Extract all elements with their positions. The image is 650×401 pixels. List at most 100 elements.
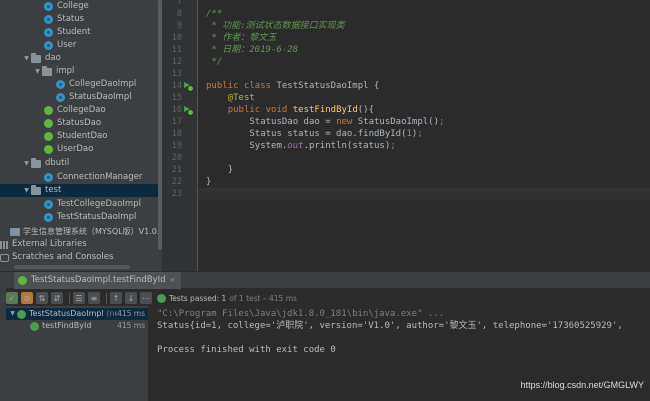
code-line: * 作者：黎文玉	[206, 32, 276, 44]
class-icon	[44, 213, 53, 222]
code-text: Status status = dao.findById(	[249, 129, 407, 139]
chevron-down-icon[interactable]: ▼	[22, 157, 31, 170]
tree-item-label: 学生信息管理系统（MYSQL版）V1.0.iml	[23, 227, 162, 236]
previous-failed-button[interactable]: ↑	[110, 292, 122, 304]
brace: {	[374, 81, 380, 91]
tree-item-connectionmanager[interactable]: ConnectionManager	[44, 171, 142, 184]
test-method-label: testFindById	[42, 321, 92, 330]
tree-folder-impl[interactable]: ▼ impl	[33, 65, 74, 78]
code-line: */	[206, 56, 222, 68]
tree-item-external-libraries[interactable]: External Libraries	[0, 238, 87, 251]
console-exit-line: Process finished with exit code 0	[157, 345, 336, 355]
chevron-down-icon[interactable]: ▼	[22, 52, 31, 65]
scratch-icon	[0, 253, 9, 262]
sort-alpha-button[interactable]: ⇅	[36, 292, 48, 304]
horizontal-scrollbar[interactable]	[14, 265, 130, 269]
line-number: 23	[171, 189, 182, 199]
keyword-public: public	[227, 105, 261, 115]
tree-item-collegedao[interactable]: CollegeDao	[44, 104, 106, 117]
tree-item-college[interactable]: College	[44, 0, 89, 13]
tree-item-label: StatusDao	[57, 118, 102, 128]
tree-item-label: CollegeDaoImpl	[69, 79, 137, 89]
tree-item-label: UserDao	[57, 144, 94, 154]
current-line[interactable]	[198, 188, 650, 200]
folder-icon	[42, 65, 52, 76]
semicolon: ;	[417, 129, 423, 139]
code-editor[interactable]: 7 8 9 10 11 12 13 14 15 16 17 18 19 20 2…	[162, 0, 650, 271]
annotation: @Test	[227, 93, 255, 103]
editor-gutter: 7 8 9 10 11 12 13 14 15 16 17 18 19 20 2…	[162, 0, 198, 271]
test-package-label: (net.l	[106, 309, 118, 318]
close-icon[interactable]: ×	[170, 272, 176, 289]
interface-icon	[44, 145, 53, 154]
run-tab[interactable]: TestStatusDaoImpl.testFindById ×	[14, 272, 182, 289]
tree-item-label: StatusDaoImpl	[69, 92, 132, 102]
brace: }	[206, 177, 212, 187]
line-number: 13	[171, 69, 182, 79]
library-icon	[0, 240, 9, 249]
tree-item-statusdaoimpl[interactable]: StatusDaoImpl	[56, 91, 132, 104]
tree-item-scratches[interactable]: Scratches and Consoles	[0, 251, 113, 264]
line-number: 19	[171, 141, 182, 151]
test-result-row[interactable]: ▼ TestStatusDaoImpl (net.l415 ms	[6, 308, 148, 320]
comment-text: * 日期：	[206, 45, 250, 55]
tree-folder-dao[interactable]: ▼ dao	[22, 52, 61, 65]
code-line: /**	[206, 8, 222, 20]
tree-folder-test[interactable]: ▼ test	[0, 184, 162, 197]
keyword-void: void	[265, 105, 288, 115]
test-result-row[interactable]: testFindById 415 ms	[6, 320, 148, 332]
line-number: 9	[176, 21, 182, 31]
line-number: 18	[171, 129, 182, 139]
tree-item-statusdao[interactable]: StatusDao	[44, 117, 101, 130]
chevron-down-icon[interactable]: ▼	[8, 308, 17, 320]
tree-folder-dbutil[interactable]: ▼ dbutil	[22, 157, 69, 170]
method-signature: (){	[357, 105, 375, 115]
next-failed-button[interactable]: ↓	[125, 292, 137, 304]
project-tree-panel[interactable]: College Status Student User ▼ dao ▼ impl C…	[0, 0, 162, 271]
run-test-icon[interactable]	[183, 105, 194, 116]
line-number: 8	[176, 9, 182, 19]
tree-item-status[interactable]: Status	[44, 13, 84, 26]
tests-passed-detail: of 1 test – 415 ms	[229, 293, 297, 303]
tree-item-label: StudentDao	[57, 131, 108, 141]
code-text: StatusDaoImpl()	[352, 117, 440, 127]
keyword-class: class	[243, 81, 272, 91]
chevron-down-icon[interactable]: ▼	[33, 65, 42, 78]
line-number: 22	[171, 177, 182, 187]
tree-item-iml-file[interactable]: 学生信息管理系统（MYSQL版）V1.0.iml	[10, 225, 162, 238]
tree-item-student[interactable]: Student	[44, 26, 90, 39]
tree-item-user[interactable]: User	[44, 39, 76, 52]
show-passed-button[interactable]: ✓	[6, 292, 18, 304]
test-duration: 415 ms	[117, 309, 145, 318]
show-ignored-button[interactable]: ⊘	[21, 292, 33, 304]
expand-all-button[interactable]: ☰	[73, 292, 85, 304]
test-results-tree[interactable]: ▼TestStatusDaoImpl (net.l415 ms testFind…	[6, 306, 148, 401]
test-passed-icon	[30, 321, 39, 331]
run-tab-bar: TestStatusDaoImpl.testFindById ×	[0, 271, 650, 289]
tree-item-teststatusdaoimpl[interactable]: TestStatusDaoImpl	[44, 211, 136, 224]
tree-item-studentdao[interactable]: StudentDao	[44, 130, 107, 143]
test-duration: 415 ms	[117, 321, 145, 330]
code-line: * 日期：2019-6-28	[206, 44, 298, 56]
chevron-down-icon[interactable]: ▼	[22, 184, 31, 197]
run-class-icon[interactable]	[183, 81, 194, 92]
collapse-all-button[interactable]: ≡	[88, 292, 100, 304]
class-icon	[44, 15, 53, 24]
comment-text: /**	[206, 9, 223, 19]
code-line: Status status = dao.findById(1);	[206, 128, 423, 140]
more-options-button[interactable]: ⋯	[140, 292, 152, 304]
line-number: 17	[171, 117, 182, 127]
class-icon	[44, 200, 53, 209]
tree-item-collegedaoimpl[interactable]: CollegeDaoImpl	[56, 78, 136, 91]
line-number: 12	[171, 57, 182, 67]
sort-duration-button[interactable]: ⇵	[51, 292, 63, 304]
comment-text: * 功能:测试状态数据接口实现类	[206, 21, 345, 31]
watermark-text: https://blog.csdn.net/GMGLWY	[520, 380, 644, 390]
brace: }	[227, 165, 234, 175]
tree-item-label: College	[57, 1, 89, 11]
module-icon	[10, 227, 20, 236]
folder-icon	[31, 184, 41, 195]
tests-passed-count: 1	[221, 293, 227, 303]
tree-item-userdao[interactable]: UserDao	[44, 143, 93, 156]
tree-item-testcollegedaoimpl[interactable]: TestCollegeDaoImpl	[44, 198, 141, 211]
